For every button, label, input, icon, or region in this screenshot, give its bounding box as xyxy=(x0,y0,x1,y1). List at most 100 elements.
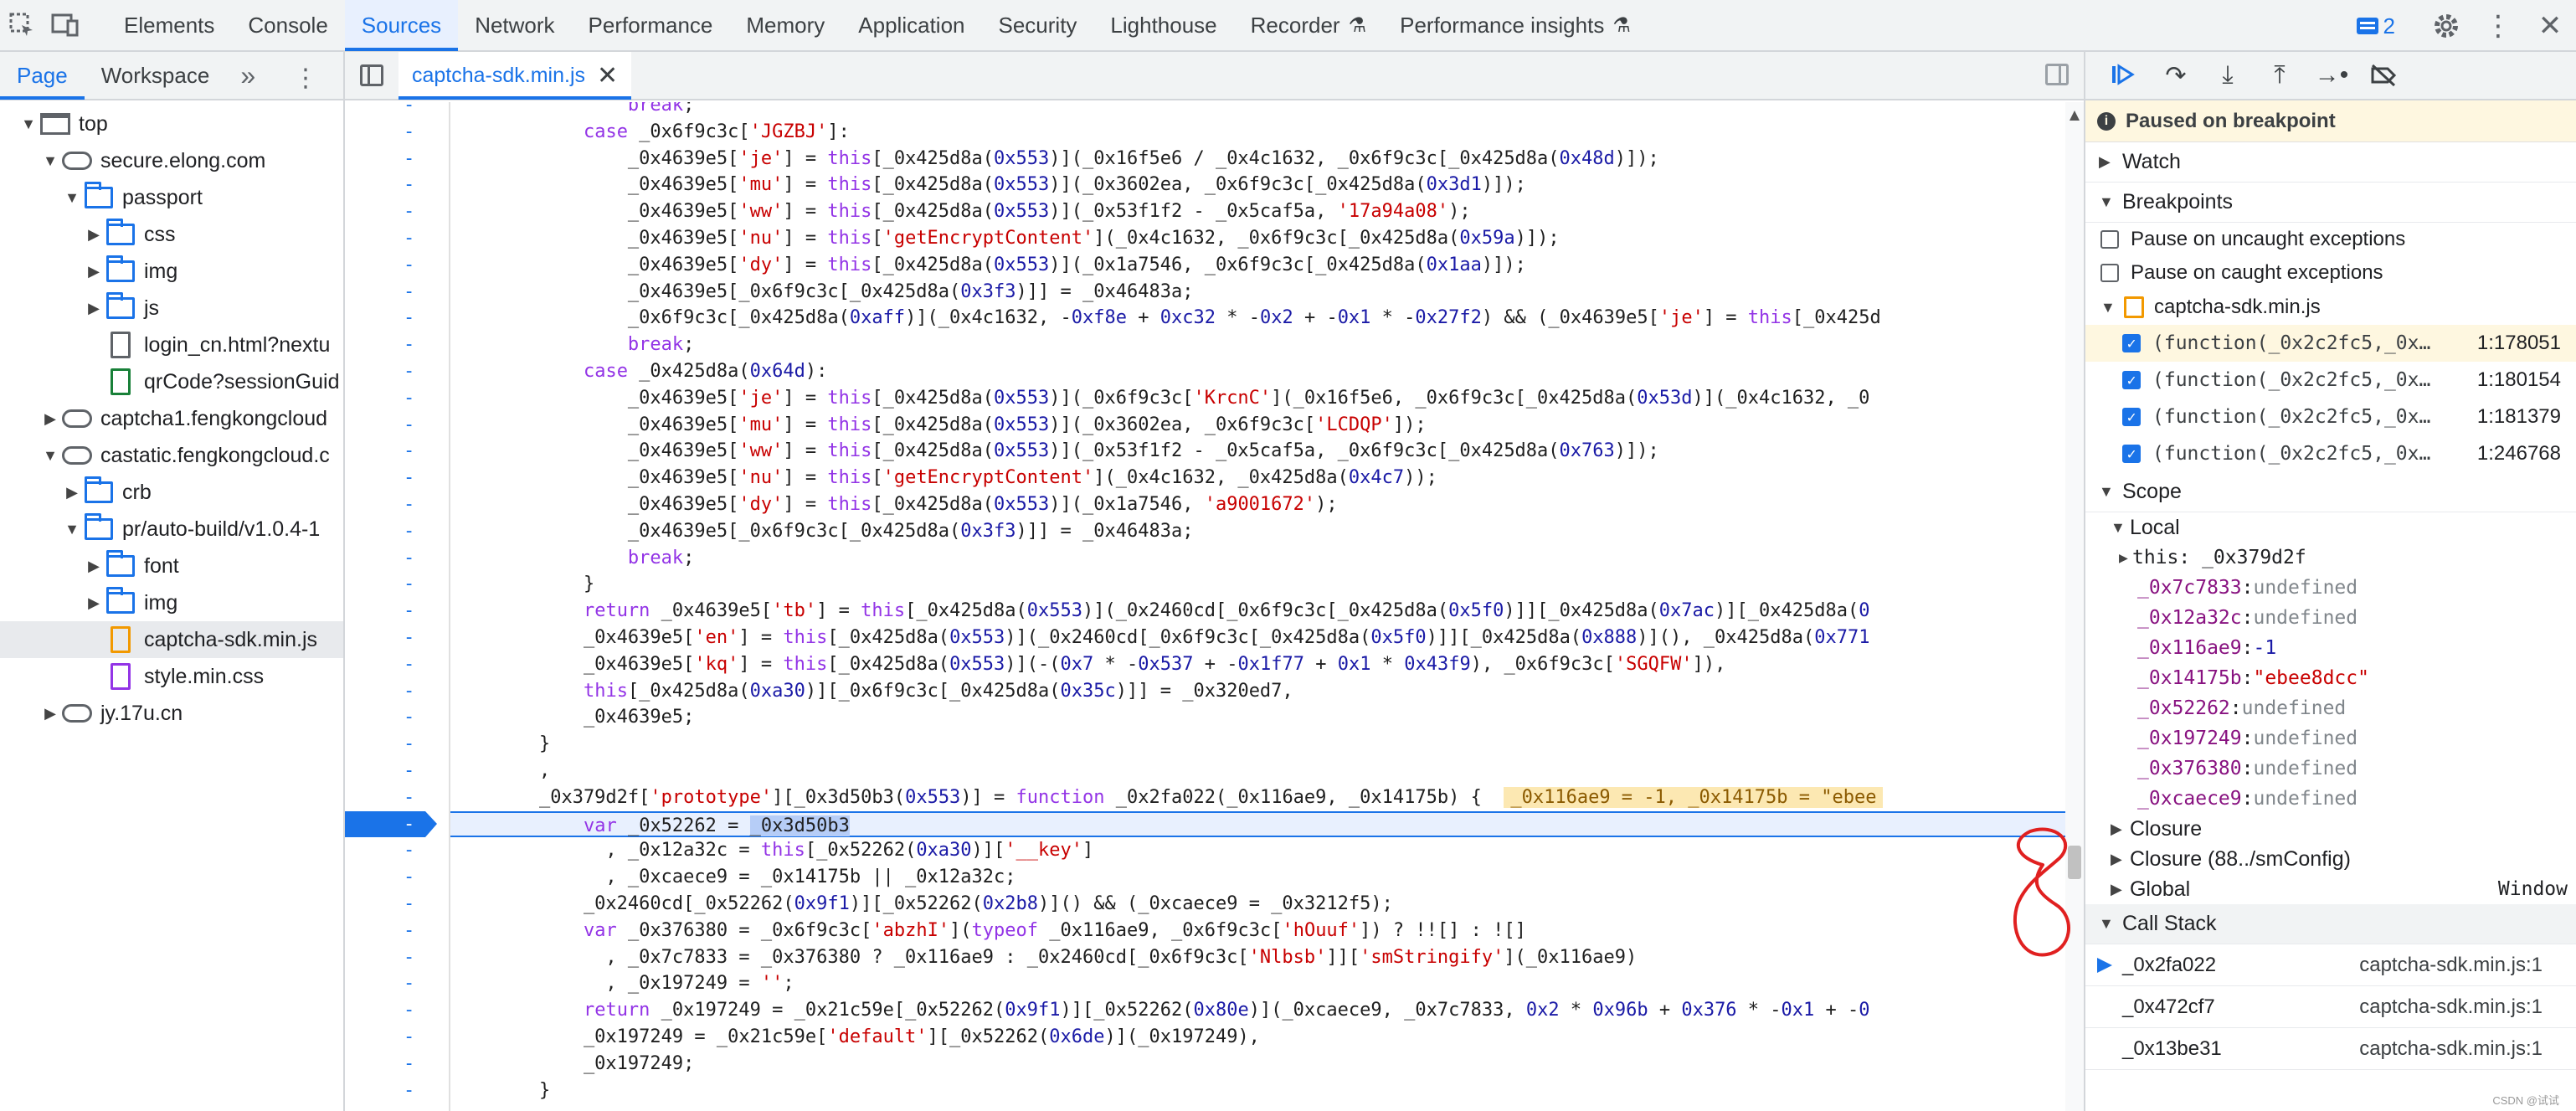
scope-variable-row[interactable]: _0x197249: undefined xyxy=(2085,723,2576,754)
scope-variable-row[interactable]: _0x376380: undefined xyxy=(2085,754,2576,784)
tab-console[interactable]: Console xyxy=(231,0,344,51)
tree-item-15[interactable]: captcha-sdk.min.js xyxy=(0,621,343,658)
closure-smconfig-row[interactable]: ▶ Closure (88../smConfig) xyxy=(2085,844,2576,874)
line-marker[interactable]: - xyxy=(345,651,450,677)
tree-item-12[interactable]: ▼ pr/auto-build/v1.0.4-1 xyxy=(0,511,343,548)
tree-item-4[interactable]: ▶ css xyxy=(0,216,343,253)
breakpoint-row[interactable]: ✓ (function(_0x2c2fc5,_0x… 1:246768 xyxy=(2085,435,2576,472)
tab-elements[interactable]: Elements xyxy=(107,0,231,51)
more-options-kebab-icon[interactable]: ⋮ xyxy=(2472,0,2524,52)
settings-gear-icon[interactable] xyxy=(2420,0,2472,52)
line-marker[interactable]: - xyxy=(345,704,450,730)
line-marker[interactable]: - xyxy=(345,970,450,996)
step-out-icon[interactable]: ⤒ xyxy=(2255,52,2305,100)
line-marker[interactable]: - xyxy=(345,891,450,917)
tab-performance-insights[interactable]: Performance insights ⚗ xyxy=(1383,0,1648,51)
line-marker[interactable]: - xyxy=(345,1078,450,1103)
local-scope-header[interactable]: ▼ Local xyxy=(2085,512,2576,543)
line-marker[interactable]: - xyxy=(345,678,450,704)
line-marker[interactable]: - xyxy=(345,465,450,491)
tree-item-7[interactable]: login_cn.html?nextu xyxy=(0,327,343,363)
more-tabs-chevron-icon[interactable]: » xyxy=(226,60,270,91)
tree-item-11[interactable]: ▶ crb xyxy=(0,474,343,511)
line-marker[interactable]: - xyxy=(345,997,450,1023)
scope-variable-row[interactable]: _0x14175b: "ebee8dcc" xyxy=(2085,663,2576,693)
line-marker[interactable]: - xyxy=(345,438,450,464)
line-marker[interactable]: - xyxy=(345,784,450,810)
breakpoint-checkbox[interactable]: ✓ xyxy=(2122,371,2141,389)
line-gutter[interactable]: -------------------------------------- xyxy=(345,95,450,1111)
line-marker[interactable]: - xyxy=(345,225,450,251)
breakpoint-row[interactable]: ✓ (function(_0x2c2fc5,_0x… 1:178051 xyxy=(2085,325,2576,362)
tree-item-9[interactable]: ▶ captcha1.fengkongcloud xyxy=(0,400,343,437)
line-marker[interactable]: - xyxy=(345,571,450,597)
global-scope-row[interactable]: ▶ Global Window xyxy=(2085,874,2576,904)
tab-lighthouse[interactable]: Lighthouse xyxy=(1093,0,1233,51)
close-devtools-icon[interactable]: ✕ xyxy=(2524,0,2576,52)
navigator-menu-kebab-icon[interactable]: ⋮ xyxy=(293,64,318,93)
breakpoint-checkbox[interactable]: ✓ xyxy=(2122,334,2141,352)
pause-caught-checkbox[interactable] xyxy=(2100,264,2119,282)
tab-memory[interactable]: Memory xyxy=(729,0,841,51)
tree-item-6[interactable]: ▶ js xyxy=(0,290,343,327)
pause-uncaught-row[interactable]: Pause on uncaught exceptions xyxy=(2085,223,2576,256)
line-marker[interactable]: - xyxy=(345,1024,450,1050)
line-marker[interactable]: - xyxy=(345,305,450,331)
tree-item-2[interactable]: ▼ secure.elong.com xyxy=(0,142,343,179)
breakpoint-row[interactable]: ✓ (function(_0x2c2fc5,_0x… 1:180154 xyxy=(2085,362,2576,399)
line-marker[interactable]: - xyxy=(345,385,450,411)
line-marker[interactable]: - xyxy=(345,146,450,172)
deactivate-breakpoints-icon[interactable] xyxy=(2358,52,2409,100)
line-marker[interactable]: - xyxy=(345,279,450,305)
tab-application[interactable]: Application xyxy=(841,0,981,51)
this-binding-row[interactable]: ▶ this: _0x379d2f xyxy=(2085,543,2576,573)
callstack-frame[interactable]: _0x2fa022 captcha-sdk.min.js:1 xyxy=(2085,944,2576,986)
breakpoint-file-group[interactable]: ▼ captcha-sdk.min.js xyxy=(2085,290,2576,325)
toggle-debugger-icon[interactable] xyxy=(2045,64,2069,85)
inspect-element-icon[interactable] xyxy=(0,0,44,51)
scope-variable-row[interactable]: _0x7c7833: undefined xyxy=(2085,573,2576,603)
line-marker[interactable]: - xyxy=(345,625,450,651)
tree-item-17[interactable]: ▶ jy.17u.cn xyxy=(0,695,343,732)
breakpoint-checkbox[interactable]: ✓ xyxy=(2122,445,2141,463)
line-marker[interactable]: - xyxy=(345,731,450,757)
breakpoints-section-header[interactable]: ▼ Breakpoints xyxy=(2085,183,2576,223)
code-lines[interactable]: break; case _0x6f9c3c['JGZBJ']: _0x4639e… xyxy=(450,102,2066,1111)
tab-security[interactable]: Security xyxy=(982,0,1094,51)
line-marker[interactable]: - xyxy=(345,598,450,624)
line-marker[interactable]: - xyxy=(345,837,450,863)
step-over-icon[interactable]: ↷ xyxy=(2151,52,2201,100)
tab-page[interactable]: Page xyxy=(0,51,85,100)
scope-section-header[interactable]: ▼ Scope xyxy=(2085,472,2576,512)
callstack-frame[interactable]: _0x472cf7 captcha-sdk.min.js:1 xyxy=(2085,986,2576,1028)
scope-variable-row[interactable]: _0xcaece9: undefined xyxy=(2085,784,2576,814)
tree-item-16[interactable]: style.min.css xyxy=(0,658,343,695)
device-toolbar-icon[interactable] xyxy=(44,0,87,51)
breakpoint-row[interactable]: ✓ (function(_0x2c2fc5,_0x… 1:181379 xyxy=(2085,399,2576,435)
line-marker[interactable]: - xyxy=(345,545,450,571)
line-marker[interactable]: - xyxy=(345,119,450,145)
step-icon[interactable]: →• xyxy=(2306,52,2357,100)
line-marker[interactable]: - xyxy=(345,918,450,944)
pause-caught-row[interactable]: Pause on caught exceptions xyxy=(2085,256,2576,290)
closure-row[interactable]: ▶ Closure xyxy=(2085,814,2576,844)
line-marker[interactable]: - xyxy=(345,864,450,890)
line-marker[interactable]: - xyxy=(345,1051,450,1077)
close-tab-icon[interactable]: ✕ xyxy=(597,61,618,90)
line-marker[interactable]: - xyxy=(345,172,450,198)
tree-item-1[interactable]: ▼ top xyxy=(0,105,343,142)
tree-item-5[interactable]: ▶ img xyxy=(0,253,343,290)
line-marker[interactable]: - xyxy=(345,412,450,438)
tree-item-3[interactable]: ▼ passport xyxy=(0,179,343,216)
step-into-icon[interactable]: ⤓ xyxy=(2203,52,2253,100)
tab-sources[interactable]: Sources xyxy=(344,0,459,51)
scroll-up-arrow-icon[interactable] xyxy=(2070,111,2080,121)
breakpoint-marker[interactable]: - xyxy=(345,810,437,837)
tab-network[interactable]: Network xyxy=(458,0,571,51)
tree-item-13[interactable]: ▶ font xyxy=(0,548,343,584)
issues-counter[interactable]: 2 xyxy=(2356,13,2395,39)
breakpoint-checkbox[interactable]: ✓ xyxy=(2122,408,2141,426)
tab-performance[interactable]: Performance xyxy=(572,0,730,51)
tree-item-10[interactable]: ▼ castatic.fengkongcloud.c xyxy=(0,437,343,474)
callstack-frame[interactable]: _0x13be31 captcha-sdk.min.js:1 xyxy=(2085,1028,2576,1070)
